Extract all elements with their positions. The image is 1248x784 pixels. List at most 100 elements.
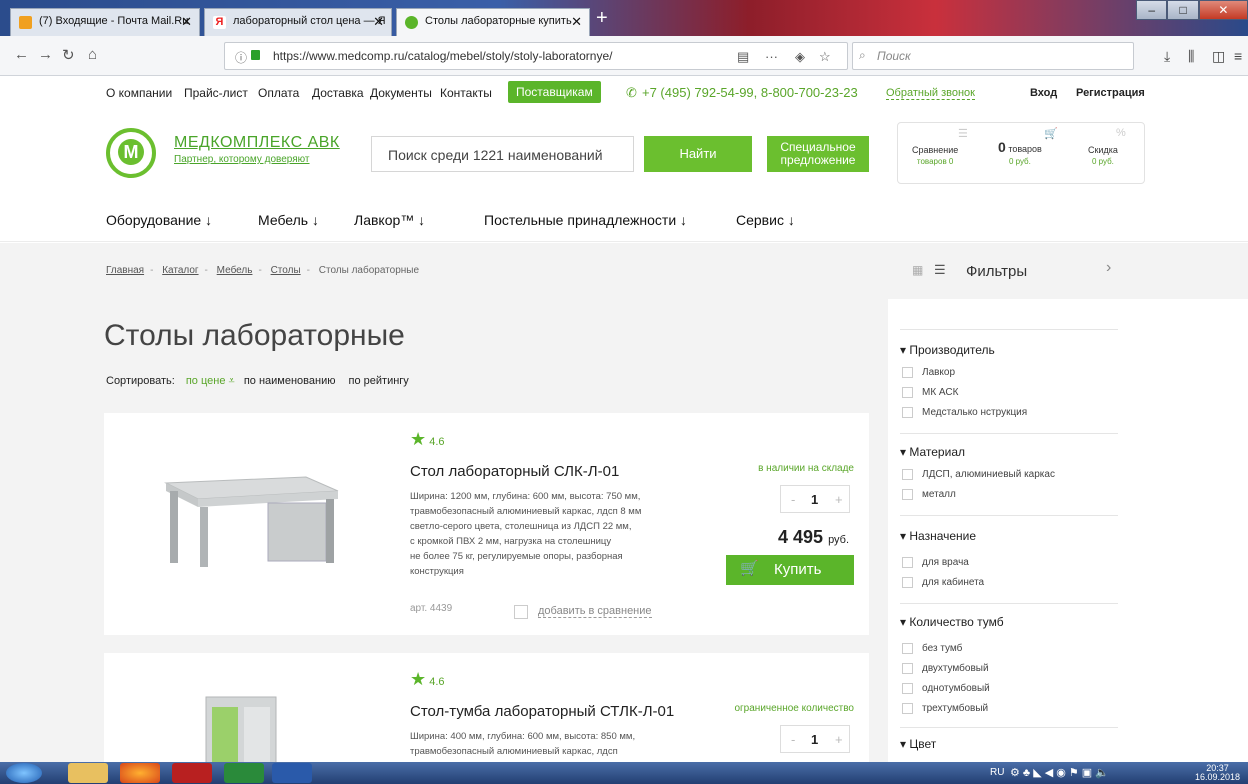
acrobat-icon[interactable]	[172, 763, 212, 783]
filters-header[interactable]: ▦ ☰ Фильтры ›	[888, 243, 1248, 299]
minimize-button[interactable]: –	[1136, 0, 1168, 20]
sidebar-icon[interactable]: ◫	[1212, 48, 1225, 65]
filter-option[interactable]: для врача	[902, 557, 969, 568]
new-tab-button[interactable]: +	[596, 8, 618, 30]
filter-option[interactable]: двухтумбовый	[902, 663, 989, 674]
home-icon[interactable]: ⌂	[88, 46, 97, 63]
tab-mail[interactable]: (7) Входящие - Почта Mail.Ru ✕	[10, 8, 200, 36]
menu-lavkor[interactable]: Лавкор™ ↓	[354, 212, 425, 228]
clock[interactable]: 20:37 16.09.2018	[1195, 764, 1240, 782]
maximize-button[interactable]: □	[1167, 0, 1199, 20]
filter-option[interactable]: ЛДСП, алюминиевый каркас	[902, 469, 1055, 480]
language-indicator[interactable]: RU	[990, 767, 1004, 778]
list-view-icon[interactable]: ☰	[934, 262, 946, 278]
filter-option[interactable]: МК АСК	[902, 387, 958, 398]
nav-link-payment[interactable]: Оплата	[258, 86, 299, 100]
bookmark-star-icon[interactable]: ☆	[819, 49, 831, 65]
quantity-value[interactable]: 1	[811, 492, 818, 507]
filter-section-cabinets[interactable]: ▾ Количество тумб	[900, 615, 1004, 629]
close-icon[interactable]: ✕	[373, 14, 384, 30]
more-icon[interactable]: ···	[765, 49, 778, 64]
crumb-furniture[interactable]: Мебель	[217, 265, 253, 276]
nav-link-delivery[interactable]: Доставка	[312, 86, 364, 100]
download-icon[interactable]: ⤓	[1164, 48, 1170, 65]
url-bar[interactable]: ⓘ https://www.medcomp.ru/catalog/mebel/s…	[224, 42, 848, 70]
special-offer-button[interactable]: Специальное предложение	[767, 136, 869, 172]
filter-option[interactable]: Медсталько нструкция	[902, 407, 1027, 418]
filter-option[interactable]: металл	[902, 489, 956, 500]
filter-option[interactable]: трехтумбовый	[902, 703, 988, 714]
nav-link-contacts[interactable]: Контакты	[440, 86, 492, 100]
filter-section-color[interactable]: ▾ Цвет	[900, 737, 936, 751]
excel-icon[interactable]	[224, 763, 264, 783]
reader-icon[interactable]: ▤	[737, 49, 749, 65]
logo[interactable]: M	[106, 128, 156, 178]
sort-by-price[interactable]: по цене	[186, 375, 226, 387]
cart-widget[interactable]: 0 товаров 0 руб.	[998, 139, 1042, 166]
crumb-tables[interactable]: Столы	[271, 265, 301, 276]
quantity-stepper[interactable]: - 1 +	[780, 725, 850, 753]
filter-option[interactable]: однотумбовый	[902, 683, 990, 694]
crumb-catalog[interactable]: Каталог	[162, 265, 198, 276]
compare-widget[interactable]: Сравнение товаров 0	[912, 145, 958, 166]
filter-option[interactable]: для кабинета	[902, 577, 984, 588]
explorer-icon[interactable]	[68, 763, 108, 783]
sort-by-rating[interactable]: по рейтингу	[349, 375, 409, 387]
suppliers-button[interactable]: Поставщикам	[508, 81, 601, 103]
tab-medcomp[interactable]: Столы лабораторные купить ✕	[396, 8, 590, 36]
nav-link-documents[interactable]: Документы	[370, 86, 432, 100]
product-name[interactable]: Стол лабораторный СЛК-Л-01	[410, 463, 619, 480]
filter-section-material[interactable]: ▾ Материал	[900, 445, 965, 459]
menu-service[interactable]: Сервис ↓	[736, 212, 795, 228]
find-button[interactable]: Найти	[644, 136, 752, 172]
filter-option[interactable]: без тумб	[902, 643, 962, 654]
sort-by-name[interactable]: по наименованию	[244, 375, 336, 387]
nav-link-about[interactable]: О компании	[106, 86, 172, 100]
compare-checkbox[interactable]	[514, 605, 528, 619]
url-text[interactable]: https://www.medcomp.ru/catalog/mebel/sto…	[273, 49, 612, 63]
nav-link-pricelist[interactable]: Прайс-лист	[184, 86, 248, 100]
firefox-icon[interactable]	[120, 763, 160, 783]
add-to-compare-link[interactable]: добавить в сравнение	[538, 605, 652, 618]
catalog-search-input[interactable]: Поиск среди 1221 наименований	[371, 136, 634, 172]
phone-numbers[interactable]: +7 (495) 792-54-99, 8-800-700-23-23	[642, 85, 858, 100]
menu-equipment[interactable]: Оборудование ↓	[106, 212, 212, 228]
grid-view-icon[interactable]: ▦	[912, 263, 923, 277]
pocket-icon[interactable]: ◈	[795, 49, 805, 65]
login-link[interactable]: Вход	[1030, 87, 1057, 99]
callback-link[interactable]: Обратный звонок	[886, 87, 975, 100]
brand-name[interactable]: МЕДКОМПЛЕКС АВК	[174, 134, 340, 152]
filter-option[interactable]: Лавкор	[902, 367, 955, 378]
browser-search-input[interactable]: ⌕ Поиск	[852, 42, 1134, 70]
chevron-right-icon[interactable]: ›	[1106, 259, 1111, 277]
product-image[interactable]	[156, 455, 346, 575]
product-name[interactable]: Стол-тумба лабораторный СТЛК-Л-01	[410, 703, 674, 720]
word-icon[interactable]	[272, 763, 312, 783]
buy-button[interactable]: 🛒 Купить	[726, 555, 854, 585]
discount-widget[interactable]: Скидка 0 руб.	[1088, 145, 1118, 166]
close-window-button[interactable]: ✕	[1198, 0, 1248, 20]
plus-icon[interactable]: +	[835, 732, 843, 747]
start-button[interactable]	[6, 763, 42, 783]
close-icon[interactable]: ✕	[181, 14, 192, 30]
back-icon[interactable]: ←	[14, 46, 29, 63]
reload-icon[interactable]: ↻	[62, 46, 75, 64]
menu-bedding[interactable]: Постельные принадлежности ↓	[484, 212, 687, 228]
info-icon[interactable]: ⓘ	[235, 49, 247, 66]
tray-icons[interactable]: ⚙ ♣ ◣ ◀ ◉ ⚑ ▣ 🔈	[1010, 766, 1109, 779]
library-icon[interactable]: ⫼	[1188, 48, 1194, 65]
tab-yandex[interactable]: Я лабораторный стол цена — Я ✕	[204, 8, 392, 36]
filter-section-manufacturer[interactable]: ▾ Производитель	[900, 343, 995, 357]
plus-icon[interactable]: +	[835, 492, 843, 507]
forward-icon[interactable]: →	[38, 46, 53, 63]
menu-furniture[interactable]: Мебель ↓	[258, 212, 319, 228]
menu-icon[interactable]: ≡	[1234, 48, 1242, 64]
filter-section-purpose[interactable]: ▾ Назначение	[900, 529, 976, 543]
crumb-home[interactable]: Главная	[106, 265, 144, 276]
minus-icon[interactable]: -	[791, 732, 795, 747]
minus-icon[interactable]: -	[791, 492, 795, 507]
register-link[interactable]: Регистрация	[1076, 87, 1145, 99]
quantity-value[interactable]: 1	[811, 732, 818, 747]
quantity-stepper[interactable]: - 1 +	[780, 485, 850, 513]
close-icon[interactable]: ✕	[571, 14, 582, 30]
